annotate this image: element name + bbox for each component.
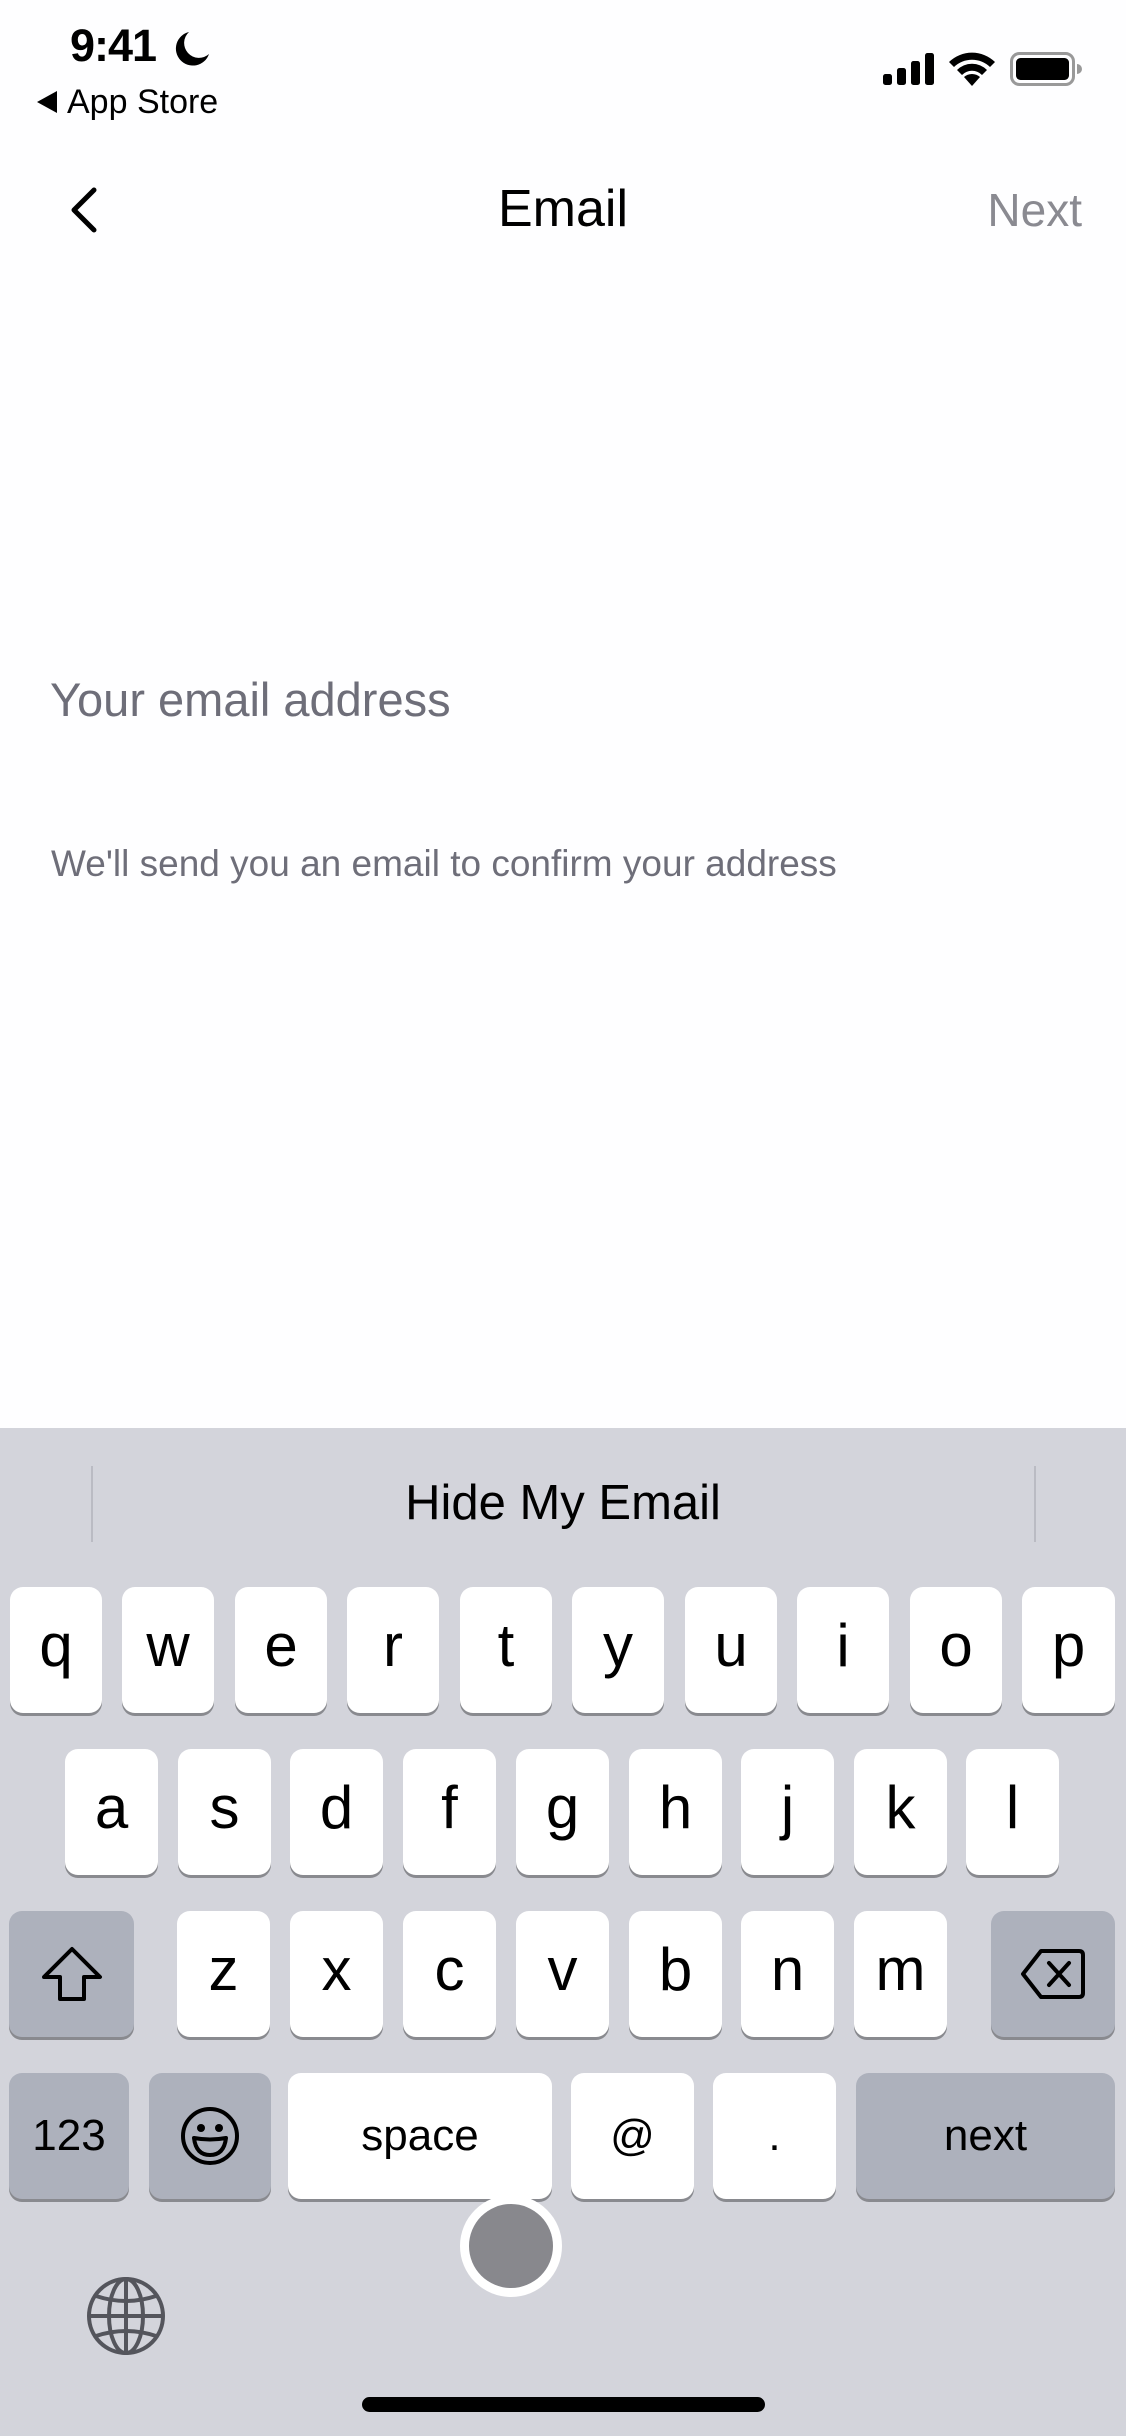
key-label: space [361, 2111, 479, 2160]
key-label: @ [610, 2111, 655, 2160]
shift-icon [41, 1947, 102, 2001]
battery-icon [1010, 52, 1082, 86]
key-label: j [780, 1774, 795, 1841]
return-key[interactable]: next [856, 2073, 1115, 2199]
touch-indicator [460, 2195, 562, 2297]
cellular-signal-icon [883, 53, 934, 85]
moon-icon [175, 32, 209, 66]
next-button[interactable]: Next [987, 180, 1082, 240]
key-k[interactable]: k [854, 1749, 947, 1875]
key-label: x [321, 1936, 352, 2003]
key-label: o [939, 1612, 973, 1679]
page-title: Email [497, 180, 629, 238]
key-b[interactable]: b [629, 1911, 722, 2037]
home-indicator [362, 2397, 765, 2412]
email-field[interactable] [50, 664, 1080, 734]
emoji-icon [181, 2107, 239, 2165]
key-v[interactable]: v [516, 1911, 609, 2037]
key-m[interactable]: m [854, 1911, 947, 2037]
shift-key[interactable] [9, 1911, 134, 2037]
key-label: u [714, 1612, 748, 1679]
key-q[interactable]: q [10, 1587, 102, 1713]
key-o[interactable]: o [910, 1587, 1002, 1713]
key-label: r [383, 1612, 403, 1679]
key-label: next [943, 2111, 1028, 2160]
key-a[interactable]: a [65, 1749, 158, 1875]
space-key[interactable]: space [288, 2073, 552, 2199]
key-y[interactable]: y [572, 1587, 664, 1713]
key-label: p [1051, 1612, 1086, 1679]
key-x[interactable]: x [290, 1911, 383, 2037]
status-time: 9:41 [70, 20, 157, 71]
key-d[interactable]: d [290, 1749, 383, 1875]
key-label: h [658, 1774, 693, 1841]
numbers-key[interactable]: 123 [9, 2073, 129, 2199]
key-label: d [319, 1774, 354, 1841]
key-i[interactable]: i [797, 1587, 889, 1713]
key-p[interactable]: p [1022, 1587, 1115, 1713]
key-label: w [146, 1612, 190, 1679]
hide-my-email-suggestion[interactable]: Hide My Email [0, 1470, 1126, 1536]
key-w[interactable]: w [122, 1587, 214, 1713]
back-app-label: App Store [67, 83, 219, 121]
key-label: b [658, 1936, 693, 2003]
key-f[interactable]: f [403, 1749, 496, 1875]
key-e[interactable]: e [235, 1587, 327, 1713]
key-t[interactable]: t [460, 1587, 552, 1713]
key-label: g [545, 1774, 580, 1841]
key-label: k [885, 1774, 916, 1841]
key-label: e [264, 1612, 298, 1679]
key-label: z [208, 1936, 239, 2003]
globe-icon[interactable] [86, 2276, 166, 2356]
key-n[interactable]: n [741, 1911, 834, 2037]
email-hint: We'll send you an email to confirm your … [51, 843, 837, 884]
key-l[interactable]: l [966, 1749, 1059, 1875]
key-label: i [836, 1612, 850, 1679]
wifi-icon [949, 52, 995, 86]
back-triangle-icon [37, 91, 57, 113]
backspace-icon [1021, 1949, 1085, 1999]
key-u[interactable]: u [685, 1587, 777, 1713]
key-label: . [768, 2111, 781, 2160]
key-label: t [497, 1612, 515, 1679]
key-z[interactable]: z [177, 1911, 270, 2037]
emoji-key[interactable] [149, 2073, 271, 2199]
delete-key[interactable] [991, 1911, 1115, 2037]
key-g[interactable]: g [516, 1749, 609, 1875]
key-j[interactable]: j [741, 1749, 834, 1875]
period-key[interactable]: . [713, 2073, 836, 2199]
back-to-app-store[interactable]: App Store [37, 82, 218, 122]
key-label: q [39, 1612, 73, 1679]
key-label: v [547, 1936, 578, 2003]
key-c[interactable]: c [403, 1911, 496, 2037]
key-label: y [603, 1612, 633, 1679]
key-label: s [209, 1774, 240, 1841]
key-s[interactable]: s [178, 1749, 271, 1875]
key-label: f [441, 1774, 458, 1841]
key-h[interactable]: h [629, 1749, 722, 1875]
key-label: l [1005, 1774, 1020, 1841]
key-label: a [94, 1774, 129, 1841]
key-label: n [770, 1936, 805, 2003]
key-label: c [434, 1936, 465, 2003]
at-key[interactable]: @ [571, 2073, 694, 2199]
key-label: m [875, 1936, 926, 2003]
key-label: 123 [32, 2111, 106, 2160]
key-r[interactable]: r [347, 1587, 439, 1713]
